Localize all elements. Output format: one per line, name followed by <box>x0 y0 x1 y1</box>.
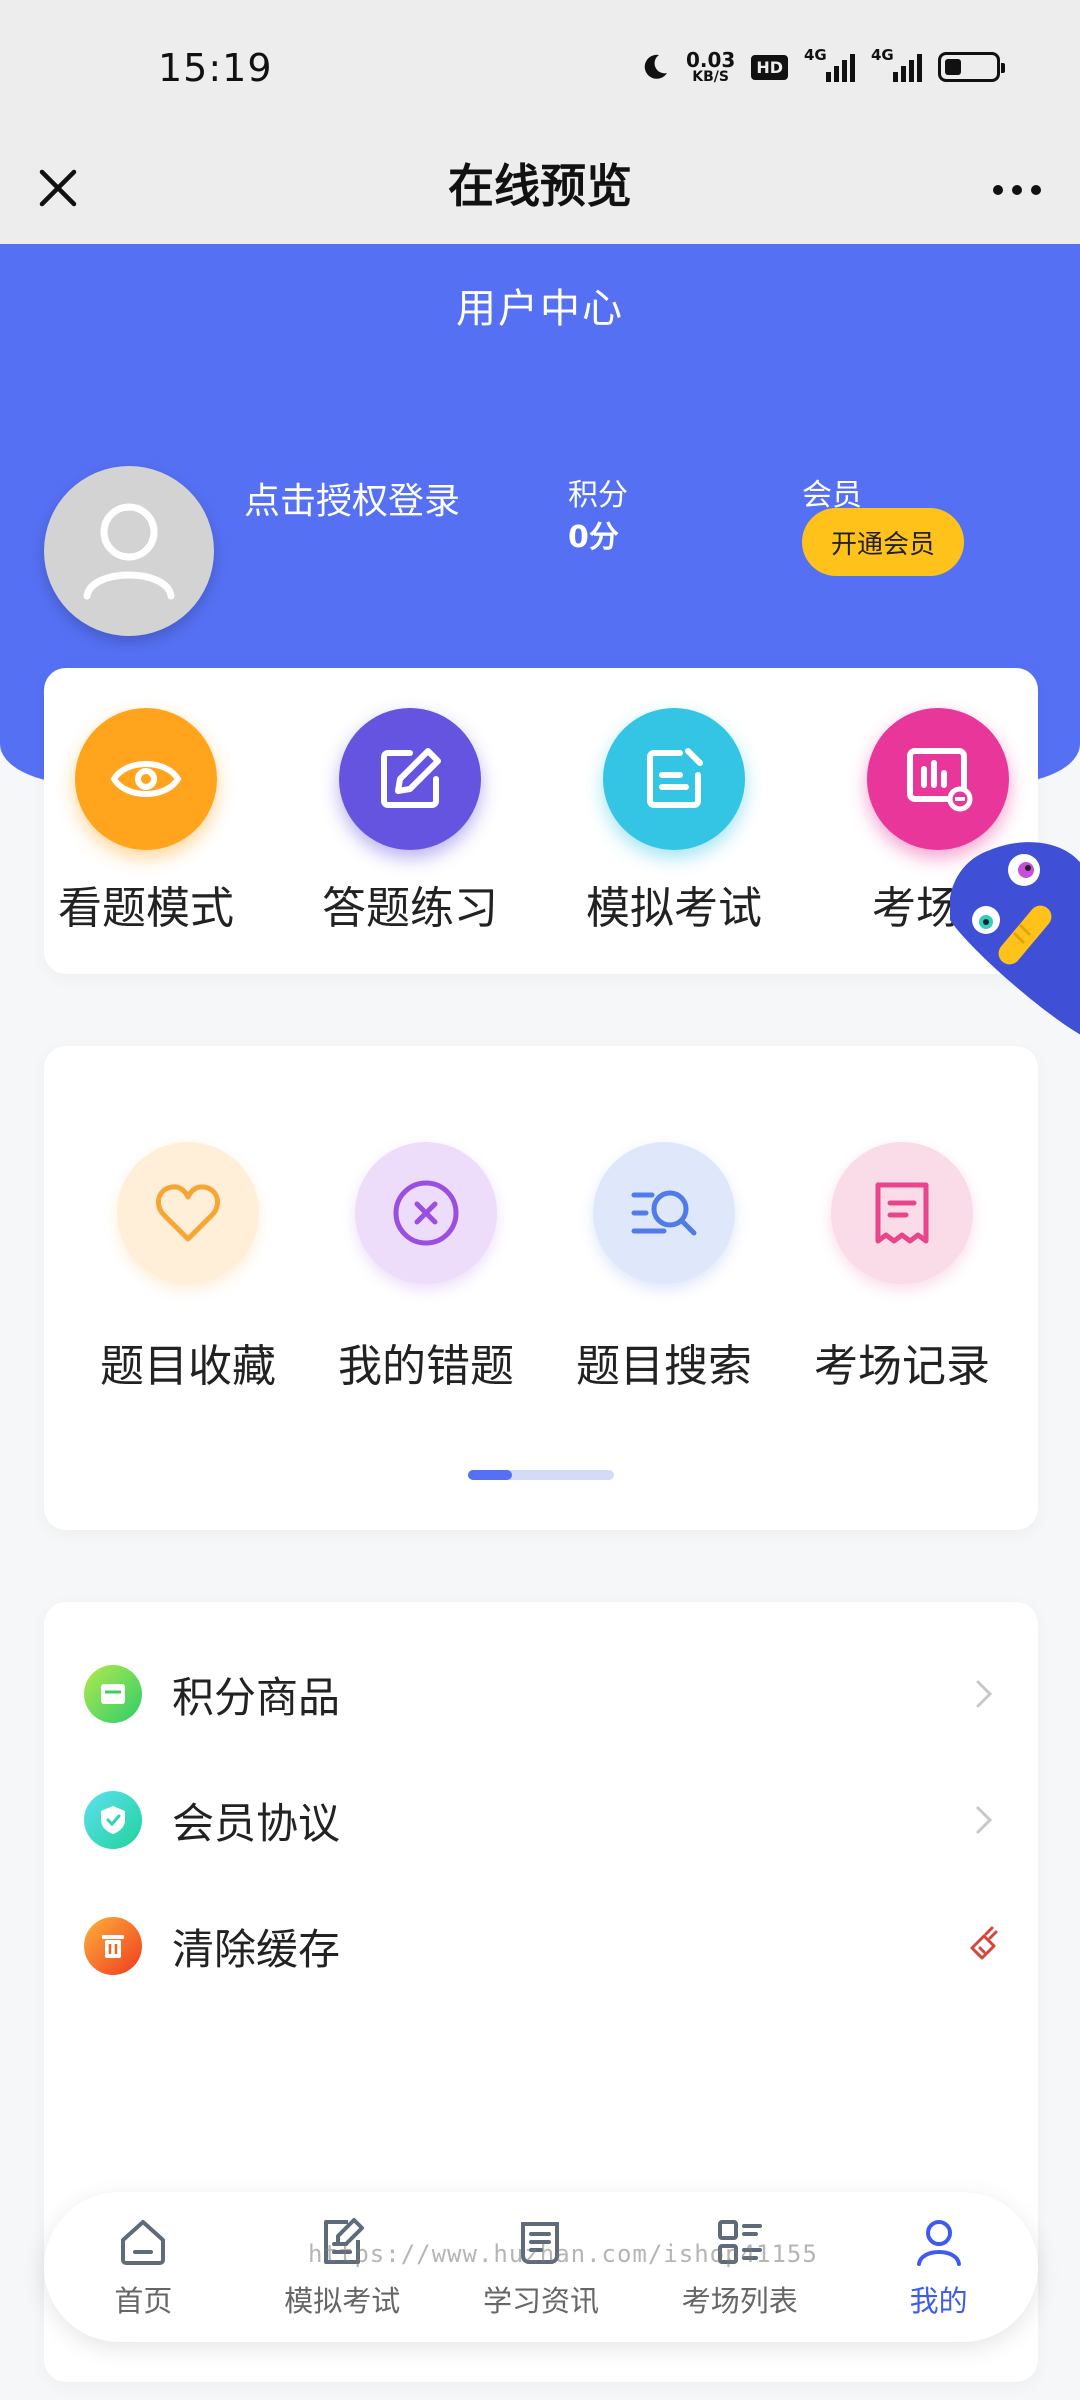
menu-label: 模拟考试 <box>586 883 762 934</box>
user-avatar-icon <box>83 503 175 600</box>
heart-icon <box>117 1142 259 1284</box>
shop-icon <box>84 1665 142 1723</box>
tab-home[interactable]: 首页 <box>44 2192 243 2342</box>
tool-label: 我的错题 <box>338 1341 514 1392</box>
trash-icon <box>84 1917 142 1975</box>
tab-label: 模拟考试 <box>284 2284 401 2318</box>
tool-favorites[interactable]: 题目收藏 <box>78 1142 298 1394</box>
net-speed-unit: KB/S <box>692 69 729 85</box>
sim1-label: 4G <box>804 46 827 64</box>
tool-search[interactable]: 题目搜索 <box>554 1142 774 1394</box>
search-list-icon <box>593 1142 735 1284</box>
login-link[interactable]: 点击授权登录 <box>244 472 460 524</box>
page-indicator <box>468 1470 614 1480</box>
status-time: 15:19 <box>158 46 273 90</box>
receipt-icon <box>831 1142 973 1284</box>
open-membership-button[interactable]: 开通会员 <box>802 508 964 576</box>
status-icons: 0.03 KB/S HD 4G 4G <box>640 46 1005 84</box>
broom-icon[interactable] <box>964 1926 1004 1966</box>
close-circle-icon <box>355 1142 497 1284</box>
sim2-label: 4G <box>871 46 894 64</box>
tab-label: 学习资讯 <box>482 2284 599 2318</box>
tool-label: 题目搜索 <box>576 1341 752 1392</box>
user-icon <box>916 2220 961 2266</box>
menu-answer-practice[interactable]: 答题练习 <box>300 708 520 936</box>
tab-label: 考场列表 <box>681 2284 798 2318</box>
net-speed-value: 0.03 <box>685 48 736 72</box>
points-value: 0分 <box>568 520 619 555</box>
list-item-clear-cache[interactable]: 清除缓存 <box>84 1906 1004 1986</box>
status-bar: 15:19 0.03 KB/S HD 4G 4G <box>0 0 1080 140</box>
tab-mine[interactable]: 我的 <box>839 2192 1038 2342</box>
page-title: 在线预览 <box>448 159 632 213</box>
battery-icon <box>938 52 1005 82</box>
screen: 15:19 0.03 KB/S HD 4G 4G 在线预览 用户中心 点击授权登… <box>0 0 1080 2400</box>
eye-icon <box>75 708 217 850</box>
tools-card: 题目收藏 我的错题 题目搜索 考场记录 <box>44 1046 1038 1530</box>
page-indicator-active <box>468 1470 512 1480</box>
points-label: 积分 <box>568 478 628 513</box>
quick-menu-card: 看题模式 答题练习 模拟考试 考场排 <box>44 668 1038 974</box>
tool-wrong-questions[interactable]: 我的错题 <box>316 1142 536 1394</box>
chevron-right-icon <box>976 1806 993 1834</box>
signal-icon-sim2: 4G <box>871 46 922 82</box>
list-item-points-shop[interactable]: 积分商品 <box>84 1654 1004 1734</box>
menu-label: 答题练习 <box>322 883 498 934</box>
list-label: 积分商品 <box>172 1672 341 1722</box>
net-speed: 0.03 KB/S <box>686 50 735 84</box>
watermark: https://www.huzhan.com/ishop41155 <box>308 2240 818 2268</box>
note-icon <box>603 708 745 850</box>
list-label: 清除缓存 <box>172 1924 341 1974</box>
mascot-decoration[interactable] <box>950 830 1080 1040</box>
tool-label: 题目收藏 <box>100 1341 276 1392</box>
chevron-right-icon <box>976 1680 993 1708</box>
edit-icon <box>339 708 481 850</box>
tool-label: 考场记录 <box>814 1341 990 1392</box>
signal-icon-sim1: 4G <box>804 46 855 82</box>
header-title: 用户中心 <box>456 286 624 332</box>
tab-label: 我的 <box>909 2284 968 2318</box>
menu-mock-exam[interactable]: 模拟考试 <box>564 708 784 936</box>
list-label: 会员协议 <box>172 1798 341 1848</box>
menu-view-mode[interactable]: 看题模式 <box>44 708 256 936</box>
moon-icon <box>644 54 667 79</box>
list-item-member-agreement[interactable]: 会员协议 <box>84 1780 1004 1860</box>
tab-label: 首页 <box>114 2284 173 2318</box>
tool-exam-records[interactable]: 考场记录 <box>792 1142 1012 1394</box>
home-icon <box>121 2220 166 2265</box>
hd-badge: HD <box>751 54 788 80</box>
shield-icon <box>84 1791 142 1849</box>
menu-label: 看题模式 <box>58 883 234 934</box>
chart-icon <box>867 708 1009 850</box>
avatar[interactable] <box>44 466 214 636</box>
